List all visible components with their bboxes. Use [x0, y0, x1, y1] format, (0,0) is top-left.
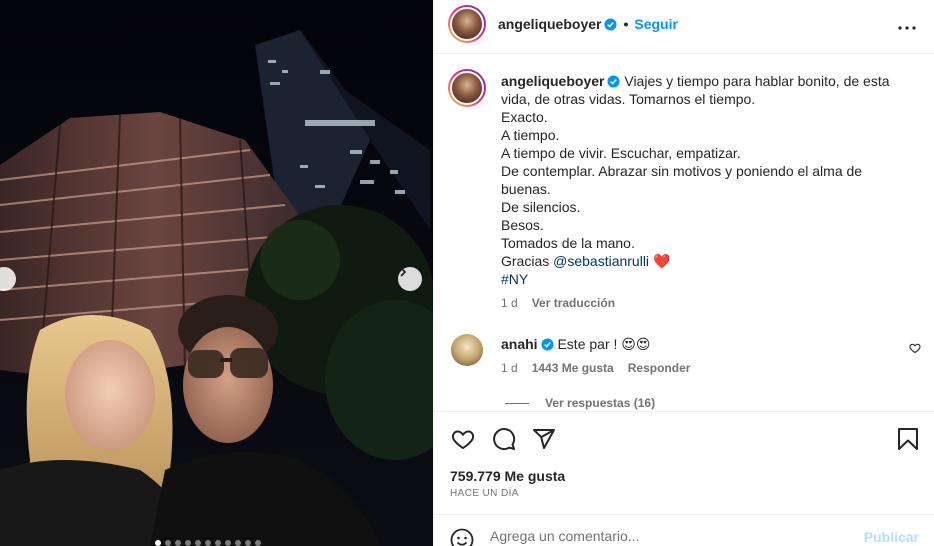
view-replies-label: Ver respuestas (16) [545, 396, 656, 410]
carousel-dot [195, 540, 201, 546]
caption-line: Tomados de la mano. [501, 235, 635, 251]
heart-emoji: ❤️ [652, 253, 671, 269]
commenter-avatar[interactable] [451, 334, 483, 366]
caption-line: Besos. [501, 217, 544, 233]
bookmark-icon [898, 428, 918, 450]
next-photo-button[interactable] [398, 267, 422, 291]
carousel-dot [185, 540, 191, 546]
like-button[interactable] [450, 426, 476, 452]
caption-author-username[interactable]: angeliqueboyer [501, 73, 604, 89]
see-translation-button[interactable]: Ver traducción [532, 296, 615, 310]
verified-badge-icon [604, 17, 618, 31]
caption-line: De silencios. [501, 199, 581, 215]
caption-line: A tiempo de vivir. Escuchar, empatizar. [501, 145, 741, 161]
more-options-icon [898, 26, 916, 30]
comment-item: anahi Este par ! 😍😍 [501, 336, 650, 353]
comments-section[interactable]: angeliqueboyer Viajes y tiempo para habl… [434, 55, 934, 411]
carousel-dot [245, 540, 251, 546]
chevron-right-icon [400, 267, 407, 277]
caption-thanks: Gracias [501, 253, 554, 269]
caption-age: 1 d [501, 296, 518, 310]
post-actions: 759.779 Me gusta HACE UN DÍA Publicar [434, 411, 934, 546]
photo-illustration [0, 0, 433, 546]
comment-icon [493, 428, 516, 451]
post-details-pane: angeliqueboyer • Seguir angeliqueboyer V… [433, 0, 934, 546]
comment-like-icon[interactable] [909, 342, 921, 354]
carousel-dot [215, 540, 221, 546]
follow-button[interactable]: Seguir [634, 16, 678, 32]
post-timestamp[interactable]: HACE UN DÍA [450, 488, 519, 499]
comment-likes[interactable]: 1443 Me gusta [532, 361, 614, 375]
carousel-dot [165, 540, 171, 546]
post-caption: angeliqueboyer Viajes y tiempo para habl… [501, 72, 901, 288]
author-username[interactable]: angeliqueboyer [498, 16, 601, 32]
post-photo[interactable] [0, 0, 433, 546]
commenter-username[interactable]: anahi [501, 336, 538, 352]
author-avatar[interactable] [448, 5, 486, 43]
caption-line: Exacto. [501, 109, 548, 125]
view-replies-button[interactable]: Ver respuestas (16) [505, 396, 655, 410]
comment-button[interactable] [491, 426, 517, 452]
reply-button[interactable]: Responder [628, 361, 691, 375]
comment-input[interactable] [490, 528, 860, 544]
carousel-dot [255, 540, 261, 546]
chevron-left-icon [0, 267, 2, 277]
separator-dot: • [623, 16, 629, 32]
caption-line: De contemplar. Abrazar sin motivos y pon… [501, 163, 863, 197]
carousel-dot [155, 540, 161, 546]
carousel-dot [235, 540, 241, 546]
comment-age: 1 d [501, 361, 518, 375]
caption-author-avatar[interactable] [448, 69, 486, 107]
verified-badge-icon [541, 338, 554, 351]
heart-icon [451, 430, 475, 450]
comment-text: Este par ! 😍😍 [557, 336, 651, 352]
comment-meta: 1 d 1443 Me gusta Responder [501, 361, 690, 375]
mention-link[interactable]: @sebastianrulli [553, 253, 649, 269]
verified-badge-icon [607, 75, 621, 88]
carousel-dot [205, 540, 211, 546]
post-header: angeliqueboyer • Seguir [434, 0, 934, 54]
save-button[interactable] [895, 426, 921, 452]
likes-count[interactable]: 759.779 Me gusta [450, 468, 565, 484]
hashtag-link[interactable]: #NY [501, 271, 528, 287]
send-icon [533, 429, 555, 449]
more-options-button[interactable] [895, 16, 919, 40]
carousel-indicator [155, 540, 261, 546]
carousel-dot [225, 540, 231, 546]
comment-composer: Publicar [434, 514, 934, 546]
emoji-icon[interactable] [450, 528, 474, 546]
replies-divider [505, 402, 529, 404]
publish-button[interactable]: Publicar [864, 529, 919, 545]
caption-line: A tiempo. [501, 127, 560, 143]
share-button[interactable] [531, 426, 557, 452]
caption-meta: 1 d Ver traducción [501, 296, 615, 310]
carousel-dot [175, 540, 181, 546]
